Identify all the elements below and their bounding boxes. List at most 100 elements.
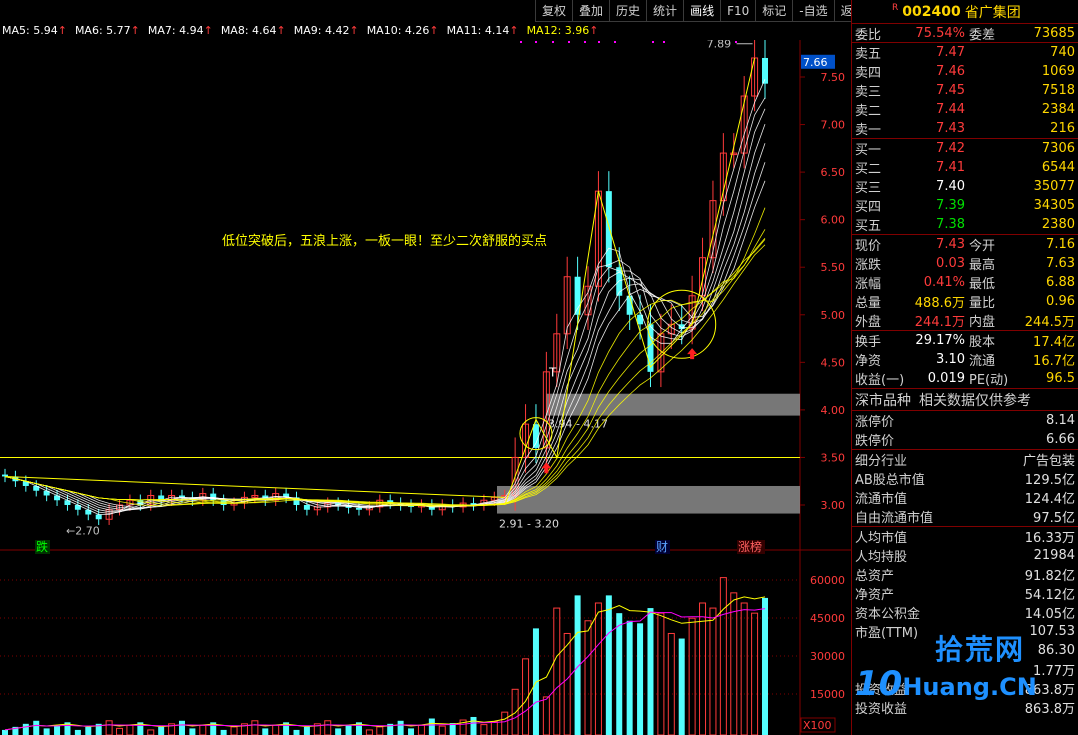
signal-dot <box>598 41 600 43</box>
price-tick-label: 4.50 <box>821 356 846 369</box>
info-row: 投资收益 863.8万 <box>855 702 1075 717</box>
info-row: 涨停价 8.14 <box>855 413 1075 430</box>
ma-legend-item-3: MA8: 4.64↑ <box>220 24 286 37</box>
ma-legend-item-4: MA9: 4.42↑ <box>293 24 359 37</box>
price-tick-label: 6.00 <box>821 214 846 227</box>
event-tag-list[interactable]: 涨榜 <box>738 539 762 554</box>
volume-bar <box>251 720 259 735</box>
event-tag-fall[interactable]: 跌 <box>36 539 48 554</box>
info-row: 资本公积金 14.05亿 <box>855 607 1075 622</box>
ma-legend-item-6: MA11: 4.14↑ <box>446 24 519 37</box>
info-row: 细分行业 广告包装 <box>855 454 1075 469</box>
order-row: 买四 7.39 34305 <box>855 198 1075 215</box>
volume-bar <box>584 620 592 735</box>
volume-bar <box>616 613 623 735</box>
price-tick-label: 7.00 <box>821 119 846 132</box>
volume-bar <box>85 726 92 735</box>
volume-bar <box>657 612 665 735</box>
toolbar-button-4[interactable]: 画线 <box>683 0 721 22</box>
info-row: 1.77万 <box>1033 664 1075 679</box>
info-row: AB股总市值 129.5亿 <box>855 473 1075 488</box>
toolbar-button-0[interactable]: 复权 <box>535 0 573 22</box>
volume-bar <box>719 577 727 735</box>
volume-bar <box>730 592 738 735</box>
volume-bar <box>647 608 654 735</box>
volume-bar <box>637 623 644 735</box>
kline-chart[interactable]: 7.50 7.00 6.50 6.00 5.50 5.00 4.50 4.00 3.50 3.00… <box>0 40 851 735</box>
volume-bar <box>470 716 477 735</box>
event-tag-finance[interactable]: 财 <box>656 540 668 554</box>
volume-bar <box>178 720 185 735</box>
candle-body <box>616 267 623 296</box>
stat-row: 涨跌 0.03 最高 7.63 <box>855 256 1075 273</box>
moving-average-line <box>4 237 766 507</box>
signal-dot <box>663 41 665 43</box>
volume-bar <box>376 726 384 735</box>
price-tick-label: 5.50 <box>821 261 846 274</box>
volume-bar <box>626 620 633 735</box>
toolbar-button-7[interactable]: -自选 <box>792 0 834 22</box>
volume-bar <box>480 724 488 735</box>
stat-row: 现价 7.43 今开 7.16 <box>855 237 1075 254</box>
up-arrow-icon: ↑ <box>203 24 213 37</box>
volume-bar <box>563 632 571 735</box>
stock-code: 002400 <box>902 3 961 20</box>
vol-tick-label: 30000 <box>810 650 845 663</box>
volume-bar <box>199 724 207 735</box>
low-price-label: ←2.70 <box>66 525 100 538</box>
toolbar-button-3[interactable]: 统计 <box>646 0 684 22</box>
fundamental-stats: 换手 29.17% 股本 17.4亿 净资 3.10 流通 16.7亿 收益(一) 0.019 PE… <box>852 331 1078 389</box>
candle-body <box>355 507 362 510</box>
info-row: 人均持股 21984 <box>855 548 1075 565</box>
volume-bar <box>272 724 280 735</box>
toolbar-button-2[interactable]: 历史 <box>609 0 647 22</box>
candle-body <box>532 424 539 448</box>
stat-row: 涨幅 0.41% 最低 6.88 <box>855 275 1075 292</box>
toolbar-button-1[interactable]: 叠加 <box>572 0 610 22</box>
volume-bar <box>678 638 685 735</box>
candle-body <box>303 505 310 510</box>
chart-toolbar: 复权叠加历史统计画线F10标记-自选返回 <box>535 0 871 22</box>
volume-bar <box>230 726 238 735</box>
order-row: 卖三 7.45 7518 <box>855 83 1075 100</box>
volume-bar <box>397 720 404 735</box>
vol-unit-label: X100 <box>803 719 832 732</box>
volume-bar <box>605 595 612 735</box>
peak-price-label: 7.89 <box>707 40 732 51</box>
ma-legend-item-7: MA12: 3.96↑ <box>526 24 599 37</box>
info-row: 86.30 <box>1037 643 1075 658</box>
zone-lower-label: 2.91 - 3.20 <box>499 518 559 531</box>
toolbar-button-6[interactable]: 标记 <box>755 0 793 22</box>
volume-bar <box>490 721 498 735</box>
volume-bar <box>33 720 40 735</box>
signal-dot <box>735 41 737 43</box>
volume-bar <box>365 729 373 735</box>
order-row: 卖四 7.46 1069 <box>855 64 1075 81</box>
volume-bar <box>688 617 696 735</box>
volume-bar <box>2 729 8 735</box>
volume-bar <box>594 602 602 735</box>
signal-dot <box>535 41 537 43</box>
info-row: 人均市值 16.33万 <box>855 531 1075 546</box>
volume-bar <box>345 725 352 735</box>
buy-orders: 买一 7.42 7306 买二 7.41 6544 买三 7.40 35077 买四 7.39 343… <box>852 139 1078 235</box>
volume-bar <box>417 724 425 735</box>
volume-bar <box>542 696 550 735</box>
volume-bar <box>699 602 707 735</box>
price-tick-label: 6.50 <box>821 166 846 179</box>
up-arrow-icon: ↑ <box>509 24 519 37</box>
signal-dot <box>652 41 654 43</box>
ma-legend: MA5: 5.94↑ MA6: 5.77↑ MA7: 4.94↑ MA8: 4.64↑… <box>2 24 599 38</box>
volume-bar <box>751 612 759 735</box>
price-tick-label: 7.50 <box>821 71 846 84</box>
market-notice: 深市品种 相关数据仅供参考 <box>852 389 1078 411</box>
order-row: 卖二 7.44 2384 <box>855 102 1075 119</box>
ma-legend-item-5: MA10: 4.26↑ <box>366 24 439 37</box>
volume-bar <box>709 607 717 735</box>
weicha-value: 73685 <box>1033 25 1075 41</box>
volume-bar <box>667 632 675 735</box>
toolbar-button-5[interactable]: F10 <box>720 0 756 22</box>
volume-bar <box>438 725 446 735</box>
stock-title[interactable]: R 002400 省广集团 <box>852 0 1078 24</box>
order-row: 卖一 7.43 216 <box>855 121 1075 138</box>
